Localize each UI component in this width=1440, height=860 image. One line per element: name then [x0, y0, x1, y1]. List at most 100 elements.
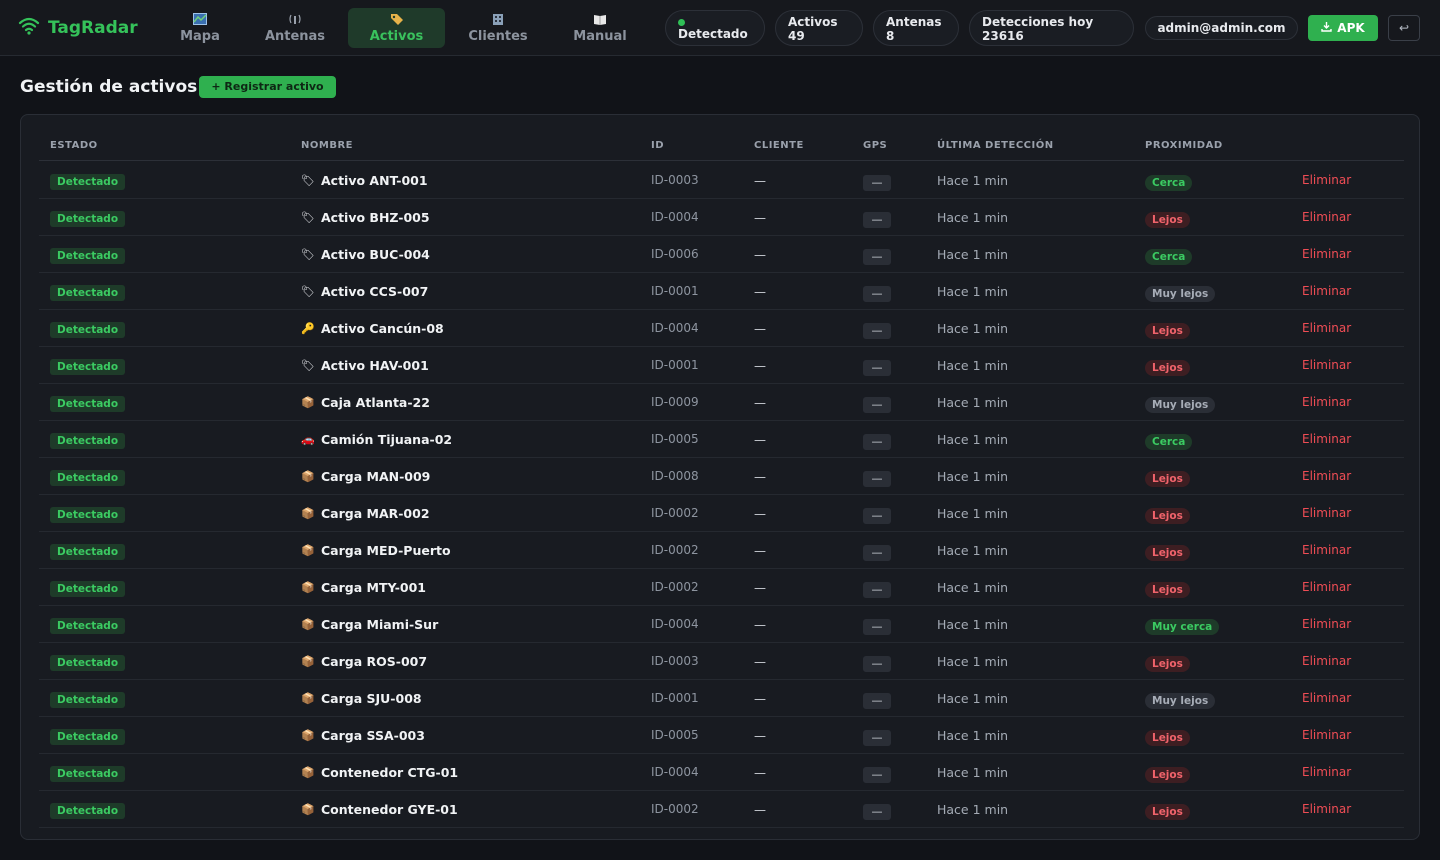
asset-id: ID-0008 [651, 468, 699, 483]
delete-button[interactable]: Eliminar [1302, 173, 1351, 187]
table-row[interactable]: Detectado 📦 Contenedor CTG-01 ID-0004 — — Hace… [39, 754, 1404, 791]
delete-button[interactable]: Eliminar [1302, 617, 1351, 631]
name-cell[interactable]: 📦 Carga Miami-Sur [301, 606, 438, 643]
asset-name[interactable]: Contenedor GYE-01 [321, 802, 458, 817]
delete-button[interactable]: Eliminar [1302, 654, 1351, 668]
table-row[interactable]: Detectado 📦 Carga MAN-009 ID-0008 — — Hace 1 m… [39, 458, 1404, 495]
antenna-icon [288, 13, 302, 27]
last-detection-cell: Hace 1 min [937, 569, 1008, 606]
asset-id: ID-0005 [651, 431, 699, 446]
asset-name[interactable]: Activo CCS-007 [321, 284, 428, 299]
status-cell: Detectado [50, 347, 126, 384]
table-row[interactable]: Detectado 🏷 Activo HAV-001 ID-0001 — — Hace 1 … [39, 347, 1404, 384]
name-cell[interactable]: 📦 Caja Atlanta-22 [301, 384, 430, 421]
name-cell[interactable]: 📦 Contenedor GYE-01 [301, 791, 458, 828]
name-cell[interactable]: 📦 Carga MTY-001 [301, 569, 426, 606]
gps-chip: — [863, 433, 891, 450]
asset-name[interactable]: Carga MAN-009 [321, 469, 430, 484]
user-email[interactable]: admin@admin.com [1145, 16, 1298, 40]
asset-name[interactable]: Activo BHZ-005 [321, 210, 430, 225]
table-row[interactable]: Detectado 🏷 Activo BUC-004 ID-0006 — — Hace 1 … [39, 236, 1404, 273]
delete-button[interactable]: Eliminar [1302, 321, 1351, 335]
asset-name[interactable]: Carga SJU-008 [321, 691, 422, 706]
asset-name[interactable]: Activo Cancún-08 [321, 321, 444, 336]
delete-button[interactable]: Eliminar [1302, 432, 1351, 446]
table-row[interactable]: Detectado 📦 Carga MTY-001 ID-0002 — — Hace 1 m… [39, 569, 1404, 606]
name-cell[interactable]: 🏷 Activo CCS-007 [301, 273, 428, 310]
brand[interactable]: TagRadar [18, 16, 138, 40]
asset-name[interactable]: Caja Atlanta-22 [321, 395, 430, 410]
table-row[interactable]: Detectado 📦 Contenedor GYE-01 ID-0002 — — Hace… [39, 791, 1404, 828]
id-cell: ID-0003 [651, 162, 699, 199]
table-row[interactable]: Detectado 📦 Carga Miami-Sur ID-0004 — — Hace 1… [39, 606, 1404, 643]
table-row[interactable]: Detectado 🚗 Camión Tijuana-02 ID-0005 — — Hace… [39, 421, 1404, 458]
apk-download-button[interactable]: APK [1308, 15, 1378, 41]
tab-activos[interactable]: Activos [348, 8, 445, 48]
delete-button[interactable]: Eliminar [1302, 469, 1351, 483]
name-cell[interactable]: 🏷 Activo BUC-004 [301, 236, 430, 273]
table-row[interactable]: Detectado 🏷 Activo ANT-001 ID-0003 — — Hace 1 … [39, 162, 1404, 199]
name-cell[interactable]: 📦 Carga MAN-009 [301, 458, 430, 495]
name-cell[interactable]: 📦 Carga ROS-007 [301, 643, 427, 680]
delete-button[interactable]: Eliminar [1302, 358, 1351, 372]
delete-button[interactable]: Eliminar [1302, 691, 1351, 705]
asset-name[interactable]: Activo BUC-004 [321, 247, 430, 262]
name-cell[interactable]: 🏷 Activo ANT-001 [301, 162, 428, 199]
name-cell[interactable]: 🔑 Activo Cancún-08 [301, 310, 444, 347]
delete-button[interactable]: Eliminar [1302, 395, 1351, 409]
asset-name[interactable]: Activo HAV-001 [321, 358, 429, 373]
table-row[interactable]: Detectado 📦 Carga SSA-003 ID-0005 — — Hace 1 m… [39, 717, 1404, 754]
asset-name[interactable]: Carga MAR-002 [321, 506, 430, 521]
gps-cell: — [863, 606, 891, 643]
table-row[interactable]: Detectado 📦 Carga MED-Puerto ID-0002 — — Hace … [39, 532, 1404, 569]
last-detection: Hace 1 min [937, 543, 1009, 558]
name-cell[interactable]: 📦 Carga SSA-003 [301, 717, 425, 754]
asset-name[interactable]: Carga ROS-007 [321, 654, 427, 669]
table-row[interactable]: Detectado 🔑 Activo Cancún-08 ID-0004 — — Hace … [39, 310, 1404, 347]
tab-mapa[interactable]: Mapa [166, 8, 234, 48]
asset-name[interactable]: Camión Tijuana-02 [321, 432, 452, 447]
asset-name[interactable]: Carga MTY-001 [321, 580, 426, 595]
asset-name[interactable]: Activo ANT-001 [321, 173, 428, 188]
delete-button[interactable]: Eliminar [1302, 728, 1351, 742]
name-cell[interactable]: 📦 Carga MED-Puerto [301, 532, 451, 569]
asset-name[interactable]: Carga Miami-Sur [321, 617, 438, 632]
name-cell[interactable]: 🏷 Activo BHZ-005 [301, 199, 430, 236]
table-row[interactable]: Detectado 📦 Carga MAR-002 ID-0002 — — Hace 1 m… [39, 495, 1404, 532]
id-cell: ID-0002 [651, 569, 699, 606]
table-row[interactable]: Detectado 📦 Carga SJU-008 ID-0001 — — Hace 1 m… [39, 680, 1404, 717]
status-label: Detectado [678, 27, 748, 41]
asset-id: ID-0001 [651, 283, 699, 298]
last-detection: Hace 1 min [937, 210, 1009, 225]
delete-button[interactable]: Eliminar [1302, 284, 1351, 298]
table-row[interactable]: Detectado 🏷 Activo CCS-007 ID-0001 — — Hace 1 … [39, 273, 1404, 310]
table-row[interactable]: Detectado 🏷 Activo BHZ-005 ID-0004 — — Hace 1 … [39, 199, 1404, 236]
proximity-badge: Lejos [1145, 729, 1190, 746]
delete-button[interactable]: Eliminar [1302, 580, 1351, 594]
delete-button[interactable]: Eliminar [1302, 543, 1351, 557]
table-row[interactable]: Detectado 📦 Carga ROS-007 ID-0003 — — Hace 1 m… [39, 643, 1404, 680]
id-cell: ID-0004 [651, 606, 699, 643]
delete-button[interactable]: Eliminar [1302, 210, 1351, 224]
name-cell[interactable]: 🏷 Activo HAV-001 [301, 347, 429, 384]
logout-button[interactable]: ↩ [1388, 15, 1420, 41]
name-cell[interactable]: 🚗 Camión Tijuana-02 [301, 421, 452, 458]
name-cell[interactable]: 📦 Carga MAR-002 [301, 495, 430, 532]
status-badge: Detectado [50, 580, 126, 597]
delete-button[interactable]: Eliminar [1302, 765, 1351, 779]
tab-manual[interactable]: Manual [562, 8, 638, 48]
register-asset-button[interactable]: + Registrar activo [199, 76, 336, 98]
asset-name[interactable]: Contenedor CTG-01 [321, 765, 458, 780]
asset-name[interactable]: Carga SSA-003 [321, 728, 425, 743]
tab-antenas[interactable]: Antenas [254, 8, 336, 48]
asset-name[interactable]: Carga MED-Puerto [321, 543, 451, 558]
column-header-proximidad: PROXIMIDAD [1145, 140, 1223, 151]
name-cell[interactable]: 📦 Contenedor CTG-01 [301, 754, 458, 791]
delete-button[interactable]: Eliminar [1302, 247, 1351, 261]
last-detection: Hace 1 min [937, 728, 1009, 743]
name-cell[interactable]: 📦 Carga SJU-008 [301, 680, 422, 717]
table-row[interactable]: Detectado 📦 Caja Atlanta-22 ID-0009 — — Hace 1… [39, 384, 1404, 421]
delete-button[interactable]: Eliminar [1302, 802, 1351, 816]
delete-button[interactable]: Eliminar [1302, 506, 1351, 520]
tab-clientes[interactable]: Clientes [458, 8, 538, 48]
